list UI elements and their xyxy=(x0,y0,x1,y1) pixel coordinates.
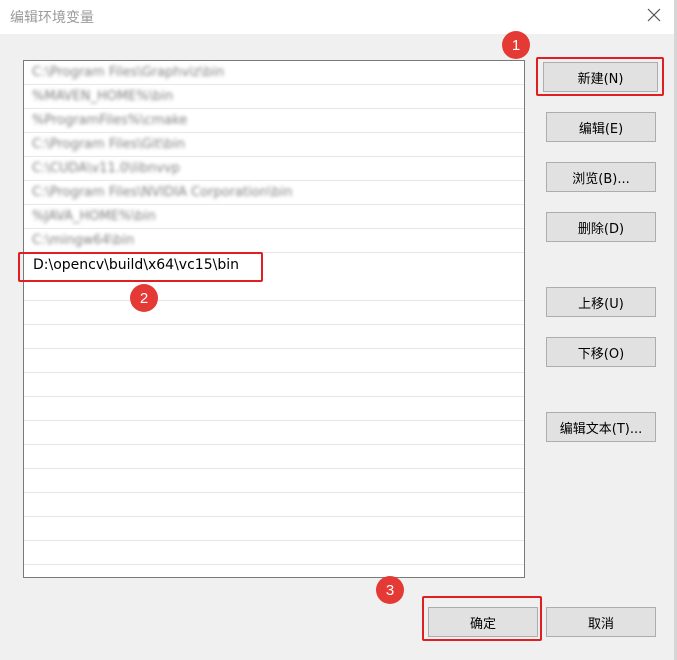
list-item[interactable] xyxy=(24,469,524,493)
list-item[interactable] xyxy=(24,445,524,469)
list-item[interactable]: C:\CUDA\v11.0\libnvvp xyxy=(24,157,524,181)
path-list[interactable]: C:\Program Files\Graphviz\bin %MAVEN_HOM… xyxy=(23,60,525,578)
list-item[interactable] xyxy=(24,301,524,325)
edit-button[interactable]: 编辑(E) xyxy=(546,112,656,142)
close-icon[interactable] xyxy=(645,6,663,24)
step-badge-1: 1 xyxy=(502,31,530,59)
cancel-button[interactable]: 取消 xyxy=(546,607,656,637)
window-title: 编辑环境变量 xyxy=(10,10,94,26)
list-item[interactable]: C:\Program Files\NVIDIA Corporation\bin xyxy=(24,181,524,205)
list-item[interactable] xyxy=(24,541,524,565)
highlight-editing-item xyxy=(18,252,263,282)
title-bar: 编辑环境变量 xyxy=(0,0,677,34)
list-item[interactable]: %MAVEN_HOME%\bin xyxy=(24,85,524,109)
move-down-button[interactable]: 下移(O) xyxy=(546,337,656,367)
list-item[interactable] xyxy=(24,325,524,349)
edit-text-button[interactable]: 编辑文本(T)... xyxy=(546,412,656,442)
step-badge-2: 2 xyxy=(130,284,158,312)
step-badge-3: 3 xyxy=(376,576,404,604)
move-up-button[interactable]: 上移(U) xyxy=(546,287,656,317)
list-item[interactable] xyxy=(24,397,524,421)
list-item[interactable]: %JAVA_HOME%\bin xyxy=(24,205,524,229)
highlight-new-button xyxy=(536,57,664,96)
list-item[interactable]: C:\mingw64\bin xyxy=(24,229,524,253)
list-item[interactable]: %ProgramFiles%\cmake xyxy=(24,109,524,133)
list-item[interactable]: C:\Program Files\Git\bin xyxy=(24,133,524,157)
browse-button[interactable]: 浏览(B)... xyxy=(546,162,656,192)
list-item[interactable] xyxy=(24,349,524,373)
highlight-ok-button xyxy=(422,596,542,641)
list-item[interactable] xyxy=(24,517,524,541)
list-item[interactable] xyxy=(24,373,524,397)
delete-button[interactable]: 删除(D) xyxy=(546,212,656,242)
list-item[interactable] xyxy=(24,421,524,445)
list-item[interactable]: C:\Program Files\Graphviz\bin xyxy=(24,61,524,85)
list-item[interactable] xyxy=(24,493,524,517)
